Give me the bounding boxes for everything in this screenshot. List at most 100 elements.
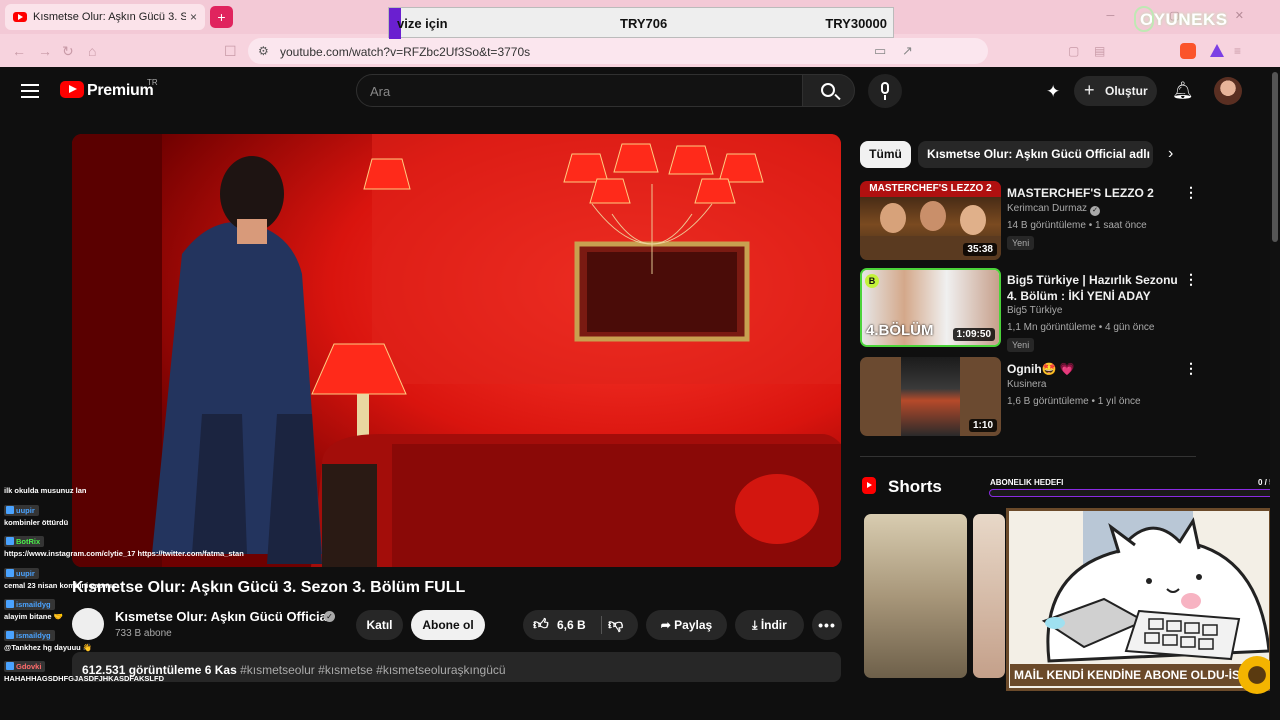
download-button[interactable]: ⤓ İndir [735,610,804,640]
more-vert-icon[interactable]: ⋮ [1184,184,1198,201]
chat-message: kombinler öttürdü [4,518,69,527]
chat-username: Gdovki [4,661,46,672]
recommendation-meta: 1,6 B görüntüleme • 1 yıl önce [1007,396,1141,407]
chip-channel[interactable]: Kısmetse Olur: Aşkın Gücü Official adlı … [918,141,1153,168]
brave-rewards-icon[interactable] [1210,44,1224,57]
address-bar[interactable]: ⚙ youtube.com/watch?v=RFZbc2Uf3So&t=3770… [248,38,1224,64]
chat-message: HAHAHHAGSDHFGJASDFJHKASDFAKSLFD [4,674,165,683]
search-button[interactable] [802,74,855,107]
sidebar-icon[interactable]: ▤ [1094,44,1105,58]
menu-icon[interactable]: ≡ [1234,44,1241,58]
menu-hamburger-icon[interactable] [21,84,39,98]
brave-shields-icon[interactable] [1180,43,1196,59]
youtube-logo-icon[interactable] [60,81,84,98]
chat-message: @Tankhez hg dayuuu 👋 [4,643,93,652]
download-icon: ⤓ [752,618,761,632]
join-button[interactable]: Katıl [356,610,403,640]
new-badge: Yeni [1007,236,1035,250]
reload-icon[interactable]: ↻ [62,43,74,60]
like-count[interactable]: 6,6 B [557,610,586,640]
new-badge: Yeni [1007,338,1035,352]
youtube-header: Premium TR Ara ✦ + Oluştur 🔔︎ [0,67,1268,115]
voice-search-button[interactable] [868,74,902,108]
mic-icon [881,82,889,94]
chat-username-text: uupir [16,569,35,578]
channel-avatar[interactable] [72,608,104,640]
more-vert-icon[interactable]: ⋮ [1184,271,1198,288]
recommendation-channel[interactable]: Big5 Türkiye [1007,305,1062,316]
description-box[interactable]: 612.531 görüntüleme 6 Kas #kısmetseolur … [72,652,841,682]
chat-username-text: BotRix [16,537,41,546]
recommendation-item[interactable]: B 4.BÖLÜM 1:09:50 Big5 Türkiye | Hazırlı… [860,268,1200,352]
chat-badge-icon [6,537,14,545]
donation-goal-overlay: vize için TRY706 TRY30000 [388,7,894,39]
scrollbar-thumb[interactable] [1272,72,1278,242]
chat-username-text: ismaildyg [16,600,51,609]
recommendation-item[interactable]: MASTERCHEF'S LEZZO 2 35:38 MASTERCHEF'S … [860,181,1200,261]
ai-sparkle-icon[interactable]: ✦ [1046,82,1060,102]
video-thumbnail[interactable]: B 4.BÖLÜM 1:09:50 [860,268,1001,347]
search-placeholder: Ara [370,84,391,99]
home-icon[interactable]: ⌂ [88,43,96,59]
avatar[interactable] [1214,77,1242,105]
share-button[interactable]: ➦ Paylaş [646,610,727,640]
more-vert-icon[interactable]: ⋮ [1184,360,1198,377]
chevron-right-icon[interactable]: › [1168,145,1173,163]
overlay-left-text: vize için [397,16,448,31]
verified-icon: ✓ [324,611,335,622]
recommendation-channel[interactable]: Kerimcan Durmaz ✓ [1007,203,1101,216]
chat-message: alayim bitane 🤝 [4,612,63,621]
extensions-icon[interactable]: ▢ [1068,44,1079,58]
chat-username: ismaildyg [4,630,55,641]
recommendation-channel[interactable]: Kusinera [1007,379,1046,390]
video-frame [72,134,841,567]
logo-text[interactable]: Premium [87,82,154,100]
chat-badge-icon [6,506,14,514]
bongo-cat-drawing [1041,511,1271,663]
goal-progress-bar [989,489,1277,497]
browser-toolbar: ← → ↻ ⌂ ☐ ⚙ youtube.com/watch?v=RFZbc2Uf… [0,34,1280,67]
plus-icon: + [1084,80,1095,100]
channel-name[interactable]: Kısmetse Olur: Aşkın Gücü Official [115,609,331,624]
recommendation-title[interactable]: Big5 Türkiye | Hazırlık Sezonu 4. Bölüm … [1007,272,1182,304]
chat-username: BotRix [4,536,45,547]
short-thumbnail[interactable] [973,514,1005,678]
dislike-icon[interactable]: 👎︎ [608,610,623,640]
video-duration: 1:10 [968,419,997,432]
share-page-icon[interactable]: ↗ [902,43,913,59]
search-input[interactable]: Ara [356,74,803,107]
recommendation-title[interactable]: MASTERCHEF'S LEZZO 2 [1007,185,1182,201]
recommendation-title[interactable]: Ognih🤩 💗 [1007,361,1182,377]
overlay-right-text: TRY30000 [825,16,887,31]
cast-icon[interactable]: ▭ [874,43,886,59]
short-thumbnail[interactable] [864,514,967,678]
forward-icon[interactable]: → [38,43,52,59]
oyuneks-watermark: OYUNEKS [1134,6,1228,32]
video-thumbnail[interactable]: MASTERCHEF'S LEZZO 2 35:38 [860,181,1001,260]
recommendation-item[interactable]: 1:10 Ognih🤩 💗 Kusinera 1,6 B görüntüleme… [860,357,1200,437]
chat-username-text: uupir [16,506,35,515]
page-scrollbar[interactable] [1270,67,1280,720]
hashtags[interactable]: #kısmetseolur #kısmetse #kısmetseoluraşk… [240,663,505,677]
video-thumbnail[interactable]: 1:10 [860,357,1001,436]
oyuneks-logo-icon [1134,6,1154,32]
like-icon[interactable]: 👍︎ [533,610,549,640]
tab-title: Kısmetse Olur: Aşkın Gücü 3. Sezon [33,11,186,23]
back-icon[interactable]: ← [12,43,26,59]
chip-all[interactable]: Tümü [860,141,911,168]
video-player[interactable] [72,134,841,567]
new-tab-button[interactable]: + [210,6,233,28]
create-button[interactable]: + Oluştur [1074,76,1157,106]
like-dislike-group: 👍︎ 6,6 B 👎︎ [523,610,638,640]
notifications-bell-icon[interactable]: 🔔︎ [1172,81,1194,101]
site-info-icon[interactable]: ⚙ [258,44,269,58]
share-icon: ➦ [660,618,675,632]
recommendation-meta: 1,1 Mn görüntüleme • 4 gün önce [1007,322,1155,333]
verified-icon: ✓ [1090,206,1101,216]
tab-close-icon[interactable]: × [190,10,197,24]
more-actions-button[interactable]: ••• [812,610,842,640]
bookmark-icon[interactable]: ☐ [224,43,237,60]
subscribe-button[interactable]: Abone ol [411,610,485,640]
overlay-middle-text: TRY706 [620,16,668,31]
browser-tab[interactable]: Kısmetse Olur: Aşkın Gücü 3. Sezon × [5,4,205,30]
